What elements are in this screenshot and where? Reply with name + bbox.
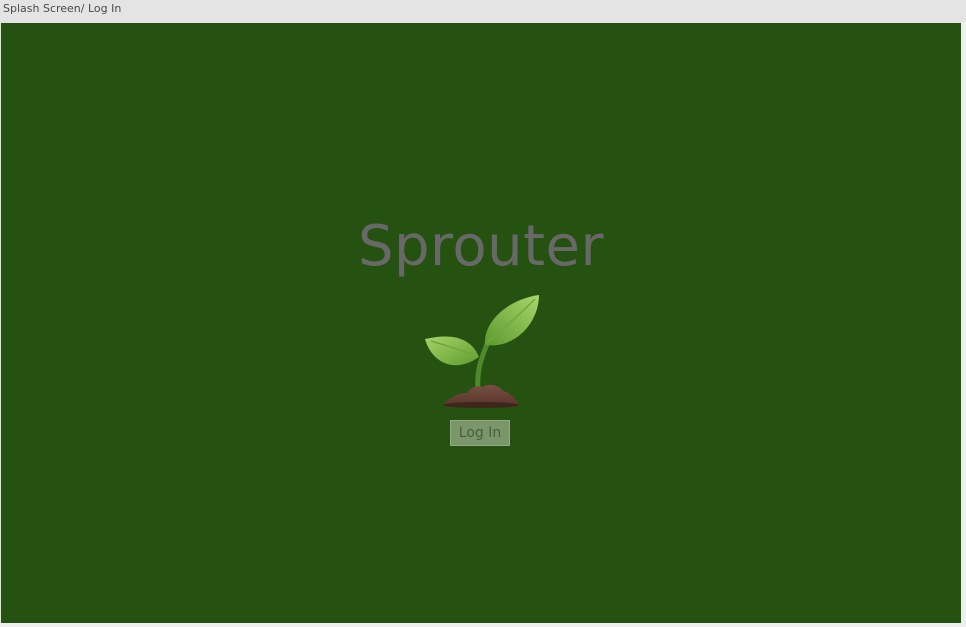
window-titlebar: Splash Screen/ Log In — [0, 0, 966, 22]
login-button[interactable]: Log In — [450, 420, 510, 446]
window-title: Splash Screen/ Log In — [3, 2, 122, 15]
app-title: Sprouter — [357, 214, 605, 279]
window-bottom-edge — [0, 623, 966, 627]
window-right-edge — [961, 22, 966, 627]
seedling-icon — [425, 295, 539, 408]
splash-screen: Sprouter Log In — [1, 23, 961, 623]
